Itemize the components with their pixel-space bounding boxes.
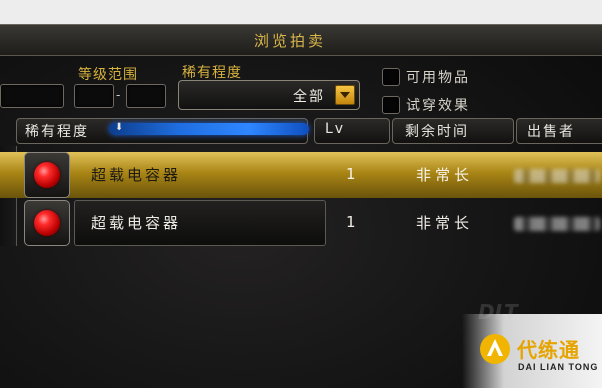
item-name-cell: 超载电容器 — [74, 200, 326, 246]
watermark-subtext: DAI LIAN TONG — [518, 362, 599, 372]
rarity-label: 稀有程度 — [182, 65, 242, 81]
column-lv-label: Lv — [325, 121, 346, 137]
sort-indicator-bar — [109, 123, 309, 135]
try-on-checkbox[interactable] — [382, 96, 400, 114]
level-min-input[interactable] — [74, 84, 114, 108]
item-name: 超载电容器 — [91, 214, 182, 232]
level-dash: - — [116, 88, 121, 102]
item-name-cell: 超载电容器 — [74, 152, 326, 198]
seller-name-blurred — [514, 217, 600, 231]
column-seller-label: 出售者 — [527, 124, 575, 140]
column-header-seller[interactable]: 出售者 — [516, 118, 602, 144]
item-name: 超载电容器 — [91, 166, 182, 184]
sort-down-icon: ⬇ — [115, 122, 126, 133]
rarity-dropdown-value: 全部 — [293, 89, 325, 105]
level-max-input[interactable] — [126, 84, 166, 108]
item-time-left: 非常长 — [416, 166, 474, 184]
column-rarity-label: 稀有程度 — [25, 124, 89, 140]
item-level: 1 — [346, 165, 356, 183]
watermark-faint-logo: DLT — [478, 300, 518, 324]
auction-row[interactable]: 超载电容器 1 非常长 — [0, 152, 602, 198]
column-header-time-left[interactable]: 剩余时间 — [392, 118, 514, 144]
item-icon-slot[interactable] — [24, 152, 70, 198]
auction-row[interactable]: 超载电容器 1 非常长 — [0, 200, 602, 246]
column-time-left-label: 剩余时间 — [405, 124, 469, 140]
red-orb-icon — [34, 210, 60, 236]
watermark-text: 代练通 — [517, 338, 580, 362]
usable-items-label: 可用物品 — [406, 70, 470, 86]
dropdown-arrow-icon[interactable] — [335, 85, 355, 105]
seller-name-blurred — [514, 169, 600, 183]
top-margin — [0, 0, 602, 24]
item-time-left: 非常长 — [416, 214, 474, 232]
window-title: 浏览拍卖 — [253, 32, 326, 50]
rarity-dropdown[interactable]: 全部 — [178, 80, 360, 110]
item-icon-slot[interactable] — [24, 200, 70, 246]
item-level: 1 — [346, 213, 356, 231]
usable-items-checkbox[interactable] — [382, 68, 400, 86]
column-header-lv[interactable]: Lv — [314, 118, 390, 144]
column-header-rarity[interactable]: 稀有程度 ⬇ — [16, 118, 309, 144]
red-orb-icon — [34, 162, 60, 188]
watermark-logo-icon — [480, 334, 510, 364]
search-name-input[interactable] — [0, 84, 64, 108]
try-on-label: 试穿效果 — [406, 98, 470, 114]
level-range-label: 等级范围 — [78, 67, 138, 83]
